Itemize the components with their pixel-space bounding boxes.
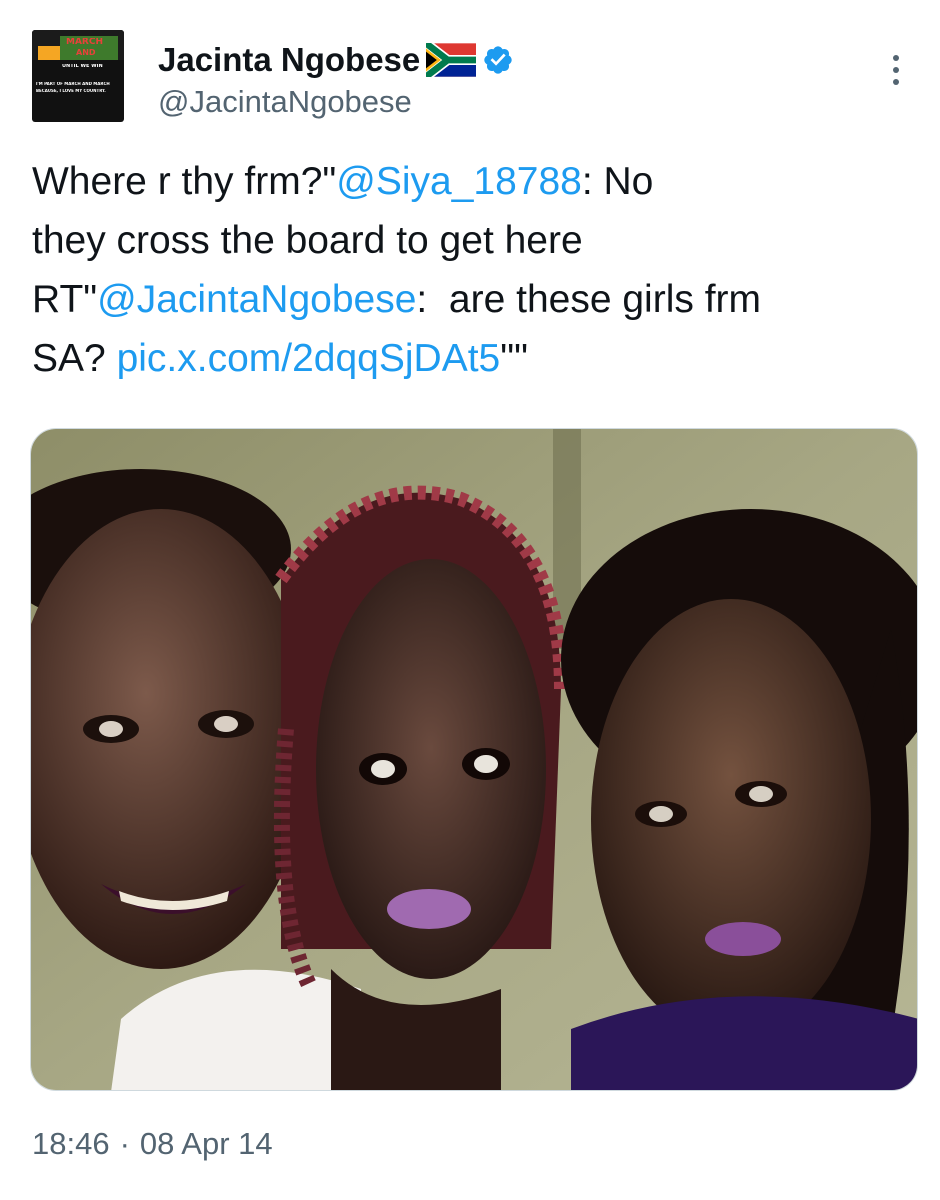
mention-link-jacinta[interactable]: @JacintaNgobese (97, 278, 416, 321)
avatar-flag-orange (38, 46, 60, 60)
tweet-photo[interactable] (30, 428, 918, 1091)
author-name-row: Jacinta Ngobese (158, 38, 514, 82)
author-avatar[interactable]: MARCH AND UNTIL WE WIN I'M PART OF MARCH… (32, 30, 124, 122)
tweet-text: Where r thy frm?"@Siya_18788: No they cr… (32, 152, 912, 388)
text-segment: : are these girls frm (416, 278, 762, 321)
tweet-line-1: Where r thy frm?"@Siya_18788: No (32, 152, 912, 211)
tweet-line-2: they cross the board to get here (32, 211, 912, 270)
avatar-top-text: MARCH (66, 38, 103, 47)
author-display-name[interactable]: Jacinta Ngobese (158, 41, 420, 79)
tweet-card: MARCH AND UNTIL WE WIN I'M PART OF MARCH… (0, 0, 940, 1200)
tweet-date[interactable]: 08 Apr 14 (140, 1126, 273, 1162)
avatar-caption-2: BECAUSE, I LOVE MY COUNTRY. (36, 89, 106, 93)
text-segment: Where r thy frm?" (32, 160, 337, 203)
photo-illustration (31, 429, 917, 1090)
text-segment: SA? (32, 337, 117, 380)
timestamp-separator: · (119, 1126, 130, 1161)
verified-badge-icon (484, 46, 512, 74)
tweet-line-3: RT"@JacintaNgobese: are these girls frm (32, 270, 912, 329)
mention-link-siya[interactable]: @Siya_18788 (336, 160, 582, 203)
pic-link[interactable]: pic.x.com/2dqqSjDAt5 (117, 337, 501, 380)
tweet-timestamp: 18:46 · 08 Apr 14 (32, 1126, 273, 1162)
text-segment: "" (500, 337, 528, 380)
avatar-sub-text: UNTIL WE WIN (62, 64, 103, 69)
text-segment: : No (581, 160, 654, 203)
avatar-caption-1: I'M PART OF MARCH AND MARCH (36, 82, 110, 86)
text-segment: they cross the board to get here (32, 219, 583, 262)
avatar-mid-text: AND (76, 49, 96, 57)
author-handle[interactable]: @JacintaNgobese (158, 84, 412, 120)
tweet-line-4: SA? pic.x.com/2dqqSjDAt5"" (32, 329, 912, 388)
south-africa-flag-icon (426, 43, 477, 77)
tweet-time[interactable]: 18:46 (32, 1126, 110, 1162)
text-segment: RT" (32, 278, 98, 321)
more-options-icon[interactable] (884, 50, 908, 90)
